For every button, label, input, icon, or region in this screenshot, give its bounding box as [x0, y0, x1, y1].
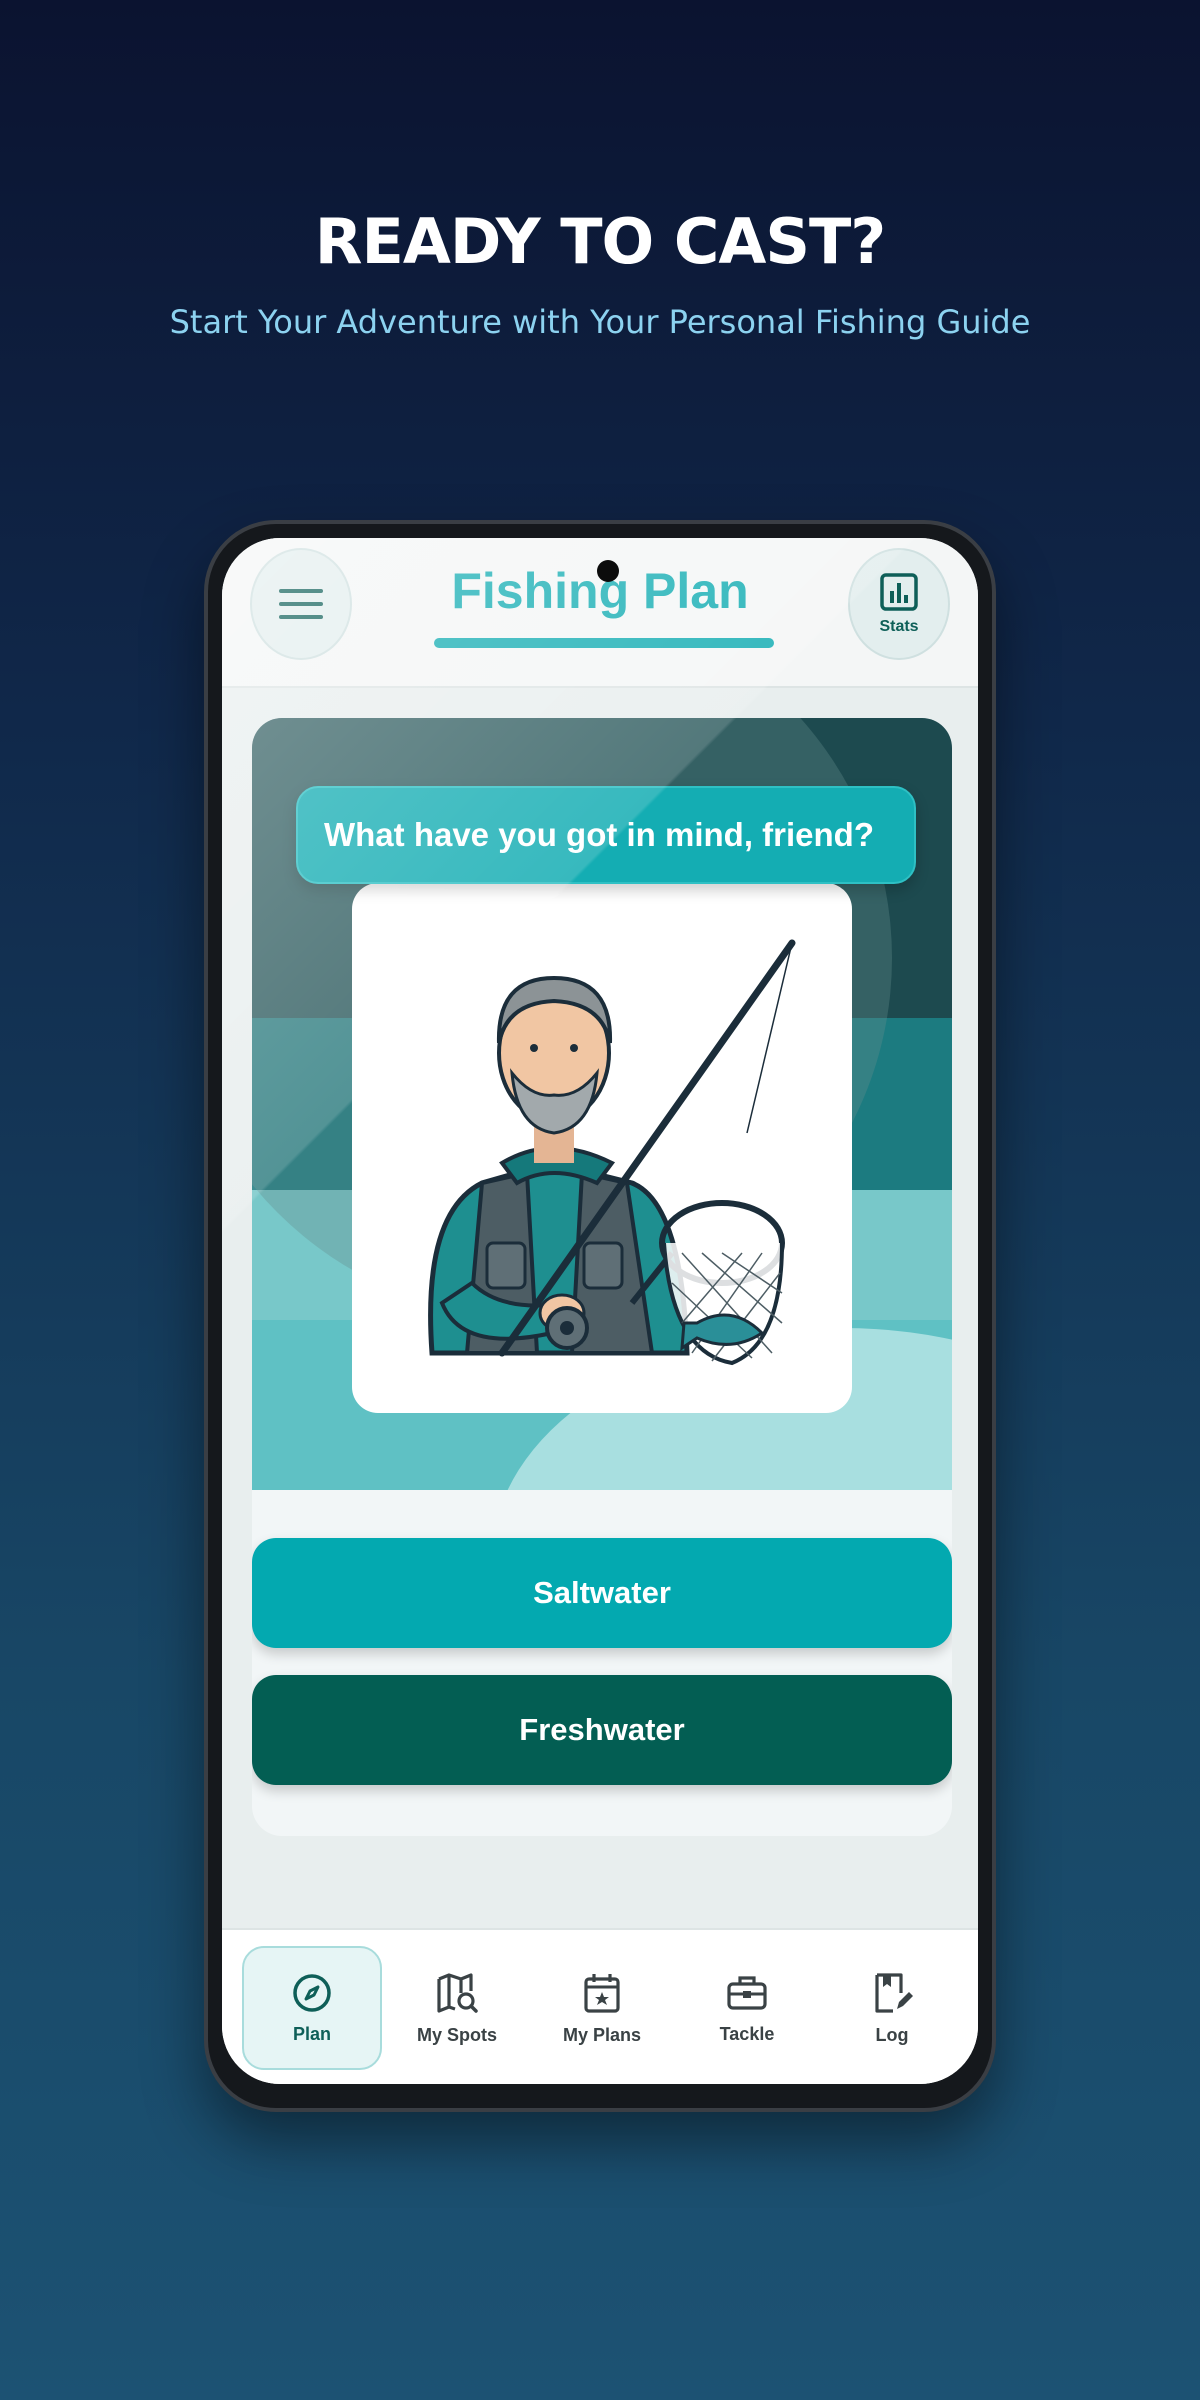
stats-label: Stats [879, 618, 919, 635]
nav-item-plan[interactable]: Plan [242, 1946, 382, 2070]
front-camera [597, 560, 619, 582]
nav-item-my-spots[interactable]: My Spots [387, 1946, 527, 2070]
hero-title: READY TO CAST? [314, 205, 887, 278]
phone-screen: Fishing Plan Stats What have you got in … [222, 538, 978, 2084]
tackle-box-icon [727, 1975, 767, 2010]
compass-icon [293, 1973, 331, 2012]
bar-chart-icon [880, 573, 918, 611]
map-search-icon [437, 1972, 478, 2013]
nav-label-tackle: Tackle [719, 2023, 775, 2044]
guide-question-bubble: What have you got in mind, friend? [296, 786, 916, 884]
calendar-star-icon [584, 1973, 620, 2013]
bottom-navigation: Plan My Spots My Plans Tackle Log [222, 1928, 978, 2084]
journal-edit-icon [875, 1972, 913, 2013]
nav-label-my-plans: My Plans [562, 2024, 642, 2045]
nav-label-my-spots: My Spots [416, 2024, 497, 2045]
saltwater-button[interactable]: Saltwater [252, 1538, 952, 1648]
nav-label-plan: Plan [292, 2023, 331, 2044]
phone-frame: Fishing Plan Stats What have you got in … [204, 520, 996, 2112]
app-header: Fishing Plan Stats [222, 538, 978, 688]
freshwater-button[interactable]: Freshwater [252, 1675, 952, 1785]
fishing-guide-illustration [352, 883, 852, 1413]
stats-button[interactable]: Stats [848, 548, 950, 660]
guide-card: What have you got in mind, friend? Saltw… [252, 718, 952, 1836]
nav-item-log[interactable]: Log [822, 1946, 962, 2070]
title-underline [434, 638, 774, 648]
nav-item-my-plans[interactable]: My Plans [532, 1946, 672, 2070]
nav-item-tackle[interactable]: Tackle [677, 1946, 817, 2070]
nav-label-log: Log [875, 2024, 909, 2045]
hero-subtitle: Start Your Adventure with Your Personal … [169, 303, 1031, 341]
